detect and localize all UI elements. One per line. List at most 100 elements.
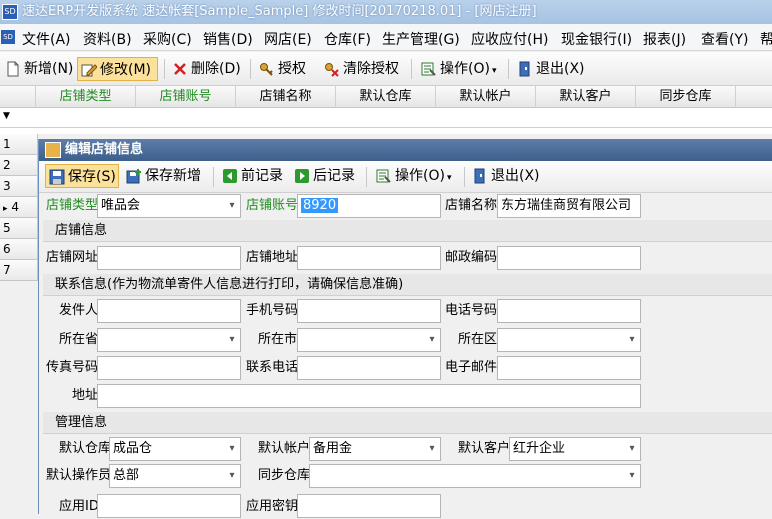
app-secret-input[interactable]: [297, 494, 441, 518]
window-title: 速达ERP开发版系统 速达帐套[Sample_Sample] 修改时间[2017…: [22, 4, 537, 19]
default-account-select[interactable]: 备用金 ▾: [309, 437, 441, 461]
col-header-default-account[interactable]: 默认帐户: [436, 86, 536, 108]
menu-webshop[interactable]: 网店(E): [264, 29, 312, 49]
sender-input[interactable]: [97, 299, 241, 323]
phone-input[interactable]: [497, 299, 641, 323]
edit-button[interactable]: 修改(M): [77, 57, 158, 81]
operate-icon: [376, 169, 391, 183]
col-header-default-warehouse[interactable]: 默认仓库: [336, 86, 436, 108]
shop-address-input[interactable]: [297, 246, 441, 270]
menu-report[interactable]: 报表(J): [643, 29, 686, 49]
contact-phone-input[interactable]: [297, 356, 441, 380]
toolbar-separator: [464, 167, 465, 187]
clear-authorize-button[interactable]: 清除授权: [321, 57, 405, 81]
col-header-default-customer[interactable]: 默认客户: [536, 86, 636, 108]
menu-production[interactable]: 生产管理(G): [382, 29, 460, 49]
shop-type-label: 店铺类型: [46, 198, 99, 213]
prev-record-button[interactable]: 前记录: [219, 164, 287, 188]
zip-code-input[interactable]: [497, 246, 641, 270]
delete-button[interactable]: 删除(D): [169, 57, 243, 81]
operate-button-label: 操作(O): [440, 61, 490, 77]
filter-icon[interactable]: ▼: [3, 111, 10, 121]
next-record-label: 后记录: [313, 168, 355, 184]
address-label: 地址: [72, 388, 99, 403]
menu-cash-bank[interactable]: 现金银行(I): [561, 29, 632, 49]
col-header-shop-name[interactable]: 店铺名称: [236, 86, 336, 108]
district-select[interactable]: ▾: [497, 328, 641, 352]
menu-warehouse[interactable]: 仓库(F): [324, 29, 371, 49]
main-toolbar: 新增(N) 修改(M) 删除(D) 授权 清除授权 操作(O) ▾ 退出(X): [0, 52, 772, 86]
exit-button[interactable]: 退出(X): [514, 57, 586, 81]
app-secret-label: 应用密钥: [246, 499, 299, 514]
save-button[interactable]: 保存(S): [45, 164, 119, 188]
grid-corner: [0, 86, 36, 108]
chevron-down-icon: ▾: [429, 334, 435, 345]
chevron-down-icon: ▾: [446, 173, 452, 183]
shop-name-input[interactable]: 东方瑞佳商贸有限公司: [497, 194, 641, 218]
delete-x-icon: [174, 63, 186, 75]
app-id-label: 应用ID: [59, 499, 99, 514]
menu-bar: SD 文件(A) 资料(B) 采购(C) 销售(D) 网店(E) 仓库(F) 生…: [0, 24, 772, 51]
dialog-operate-dropdown-button[interactable]: 操作(O) ▾: [373, 164, 455, 188]
toolbar-separator: [411, 59, 412, 79]
col-header-sync-warehouse[interactable]: 同步仓库: [636, 86, 736, 108]
sync-warehouse-select[interactable]: ▾: [309, 464, 641, 488]
chevron-down-icon: ▾: [229, 470, 235, 481]
current-row-marker: ▸: [3, 204, 8, 214]
shop-url-input[interactable]: [97, 246, 241, 270]
col-header-shop-account[interactable]: 店铺账号: [136, 86, 236, 108]
authorize-button[interactable]: 授权: [256, 57, 312, 81]
province-select[interactable]: ▾: [97, 328, 241, 352]
default-warehouse-select[interactable]: 成品仓 ▾: [109, 437, 241, 461]
dialog-exit-label: 退出(X): [491, 168, 540, 184]
key-icon: [260, 63, 273, 76]
email-input[interactable]: [497, 356, 641, 380]
default-warehouse-label: 默认仓库: [59, 441, 112, 456]
grid-header: 店铺类型 店铺账号 店铺名称 默认仓库 默认帐户 默认客户 同步仓库: [0, 86, 772, 108]
shop-account-value: 8920: [301, 198, 339, 213]
fax-input[interactable]: [97, 356, 241, 380]
dialog-exit-button[interactable]: 退出(X): [469, 164, 541, 188]
menu-sales[interactable]: 销售(D): [203, 29, 253, 49]
row-header[interactable]: 6: [0, 239, 38, 260]
shop-type-value: 唯品会: [101, 198, 141, 213]
row-header[interactable]: 5: [0, 218, 38, 239]
mobile-input[interactable]: [297, 299, 441, 323]
menu-view[interactable]: 查看(Y): [701, 29, 748, 49]
menu-app-icon[interactable]: SD: [1, 30, 15, 44]
section-manage-info: 管理信息: [43, 412, 772, 434]
grid-filter-row[interactable]: ▼: [0, 108, 772, 128]
address-input[interactable]: [97, 384, 641, 408]
shop-name-label: 店铺名称: [445, 198, 498, 213]
sender-label: 发件人: [59, 303, 99, 318]
row-header-label: 4: [11, 200, 19, 214]
app-id-input[interactable]: [97, 494, 241, 518]
default-operator-select[interactable]: 总部 ▾: [109, 464, 241, 488]
grid-row-headers: 1 2 3 ▸ 4 5 6 7: [0, 134, 38, 284]
row-header[interactable]: 2: [0, 155, 38, 176]
row-header[interactable]: 7: [0, 260, 38, 281]
menu-receivable-payable[interactable]: 应收应付(H): [471, 29, 548, 49]
menu-data[interactable]: 资料(B): [83, 29, 132, 49]
operate-dropdown-button[interactable]: 操作(O) ▾: [418, 57, 500, 81]
menu-help[interactable]: 帮: [760, 29, 772, 49]
next-record-button[interactable]: 后记录: [291, 164, 359, 188]
city-select[interactable]: ▾: [297, 328, 441, 352]
menu-purchase[interactable]: 采购(C): [143, 29, 192, 49]
new-button[interactable]: 新增(N): [2, 57, 74, 81]
operate-icon: [421, 62, 436, 76]
shop-account-input[interactable]: 8920: [297, 194, 441, 218]
col-header-shop-type[interactable]: 店铺类型: [36, 86, 136, 108]
default-customer-select[interactable]: 红升企业 ▾: [509, 437, 641, 461]
row-header[interactable]: 3: [0, 176, 38, 197]
clear-key-icon: [325, 63, 339, 77]
shop-type-select[interactable]: 唯品会 ▾: [97, 194, 241, 218]
save-new-button[interactable]: 保存新增: [123, 164, 207, 188]
section-contact-info: 联系信息(作为物流单寄件人信息进行打印，请确保信息准确): [43, 274, 772, 296]
new-button-label: 新增(N): [24, 61, 74, 77]
row-header[interactable]: 1: [0, 134, 38, 155]
menu-file[interactable]: 文件(A): [22, 29, 71, 49]
row-header-current[interactable]: ▸ 4: [0, 197, 38, 218]
app-logo-icon: SD: [2, 4, 18, 20]
default-operator-label: 默认操作员: [46, 468, 112, 483]
